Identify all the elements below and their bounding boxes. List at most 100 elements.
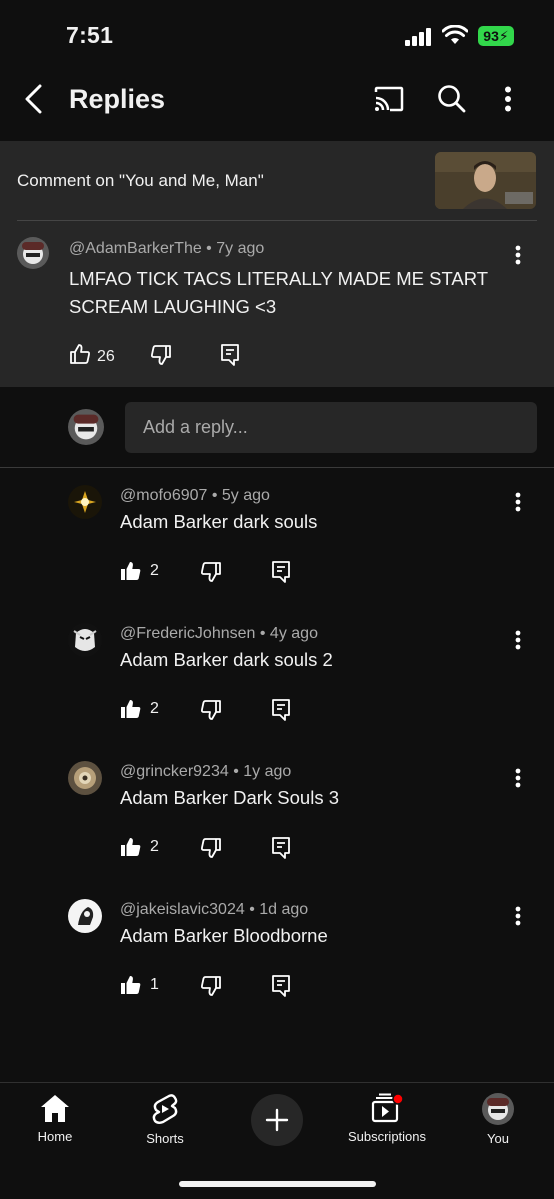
reply-author[interactable]: @grincker9234 • 1y ago	[120, 763, 291, 781]
back-arrow-icon[interactable]	[22, 84, 46, 114]
reply-age: 1d ago	[259, 901, 309, 918]
reply-age: 1y ago	[243, 763, 292, 780]
reply-text: Adam Barker dark souls 2	[120, 649, 333, 670]
nav-shorts[interactable]: Shorts	[110, 1093, 220, 1146]
dislike-button[interactable]	[200, 837, 222, 864]
wifi-icon	[441, 24, 469, 50]
author-handle[interactable]: @jakeislavic3024	[120, 901, 245, 918]
home-icon	[41, 1095, 69, 1122]
comment-text: LMFAO TICK TACS LITERALLY MADE ME START …	[69, 268, 488, 317]
list-item: @mofo6907 • 5y ago Adam Barker dark soul…	[0, 468, 554, 606]
more-vert-icon[interactable]	[514, 492, 522, 517]
comment-reply-icon	[272, 975, 290, 997]
reply-author[interactable]: @mofo6907 • 5y ago	[120, 487, 270, 505]
cast-icon[interactable]	[374, 86, 404, 117]
reply-button[interactable]	[271, 698, 291, 727]
nav-label: You	[487, 1131, 509, 1146]
avatar[interactable]	[17, 237, 49, 269]
comment-reply-icon	[272, 837, 290, 859]
video-thumbnail[interactable]	[435, 152, 536, 209]
nav-home[interactable]: Home	[0, 1093, 110, 1144]
reply-button[interactable]	[220, 343, 240, 372]
create-button[interactable]	[251, 1094, 303, 1146]
like-count: 2	[150, 700, 159, 717]
reply-button[interactable]	[271, 974, 291, 1003]
avatar[interactable]	[68, 899, 102, 933]
nav-subscriptions[interactable]: Subscriptions	[332, 1093, 442, 1144]
status-time: 7:51	[66, 22, 114, 48]
avatar[interactable]	[68, 623, 102, 657]
home-indicator	[179, 1181, 376, 1187]
thumbs-up-icon	[121, 562, 141, 580]
video-context-label: Comment on "You and Me, Man"	[17, 171, 264, 190]
reply-text: Adam Barker Dark Souls 3	[120, 787, 340, 808]
nav-label: Shorts	[146, 1131, 184, 1146]
like-count: 1	[150, 976, 159, 993]
more-vert-icon[interactable]	[514, 245, 522, 270]
list-item: @grincker9234 • 1y ago Adam Barker Dark …	[0, 744, 554, 882]
reply-author[interactable]: @FredericJohnsen • 4y ago	[120, 625, 318, 643]
like-button[interactable]: 2	[120, 836, 159, 858]
comment-reply-icon	[272, 561, 290, 583]
reply-composer	[0, 388, 554, 468]
app-header: Replies	[0, 72, 554, 140]
shorts-icon	[152, 1094, 178, 1124]
author-handle[interactable]: @FredericJohnsen	[120, 625, 255, 642]
thumbs-down-icon	[201, 838, 221, 858]
more-vert-icon[interactable]	[504, 86, 512, 117]
like-button[interactable]: 26	[69, 343, 115, 370]
nav-label: Subscriptions	[347, 1129, 427, 1144]
subscriptions-icon	[371, 1093, 404, 1123]
list-item: @jakeislavic3024 • 1d ago Adam Barker Bl…	[0, 882, 554, 1020]
comment-author[interactable]: @AdamBarkerThe • 7y ago	[69, 240, 264, 258]
more-vert-icon[interactable]	[514, 906, 522, 931]
reply-author[interactable]: @jakeislavic3024 • 1d ago	[120, 901, 308, 919]
more-vert-icon[interactable]	[514, 768, 522, 793]
comment-reply-icon	[272, 699, 290, 721]
author-handle[interactable]: @grincker9234	[120, 763, 229, 780]
reply-button[interactable]	[271, 560, 291, 589]
reply-text: Adam Barker dark souls	[120, 511, 318, 532]
like-button[interactable]: 2	[120, 560, 159, 582]
reply-button[interactable]	[271, 836, 291, 865]
dislike-button[interactable]	[150, 344, 172, 371]
cellular-signal-icon	[405, 28, 433, 51]
create-plus-icon	[265, 1108, 289, 1132]
avatar[interactable]	[68, 485, 102, 519]
comment-reply-icon	[221, 344, 239, 366]
author-handle[interactable]: @mofo6907	[120, 487, 207, 504]
thumbs-down-icon	[151, 345, 171, 365]
like-count: 2	[150, 838, 159, 855]
thumbs-up-icon	[69, 343, 91, 370]
like-count: 2	[150, 562, 159, 579]
thumbs-down-icon	[201, 976, 221, 996]
divider	[17, 220, 537, 221]
thumbs-down-icon	[201, 700, 221, 720]
like-button[interactable]: 1	[120, 974, 159, 996]
nav-you[interactable]: You	[443, 1093, 553, 1146]
reply-text: Adam Barker Bloodborne	[120, 925, 328, 946]
bottom-nav: Home Shorts Subscriptions You	[0, 1082, 554, 1199]
author-handle[interactable]: @AdamBarkerThe	[69, 240, 202, 257]
dislike-button[interactable]	[200, 699, 222, 726]
comment-age: 7y ago	[216, 240, 265, 257]
reply-input[interactable]	[125, 402, 537, 453]
avatar[interactable]	[68, 761, 102, 795]
like-button[interactable]: 2	[120, 698, 159, 720]
dislike-button[interactable]	[200, 975, 222, 1002]
page-title: Replies	[69, 84, 166, 114]
thumbs-up-icon	[121, 838, 141, 856]
battery-icon: 93 ⚡	[478, 26, 514, 46]
reply-age: 4y ago	[269, 625, 318, 642]
thumbs-up-icon	[121, 700, 141, 718]
nav-label: Home	[37, 1129, 73, 1144]
avatar	[68, 409, 104, 445]
parent-comment-panel: Comment on "You and Me, Man" @AdamBarker…	[0, 141, 554, 387]
thumbs-up-icon	[121, 976, 141, 994]
battery-level: 93	[483, 28, 499, 44]
search-icon[interactable]	[437, 84, 467, 119]
like-count: 26	[97, 347, 115, 365]
more-vert-icon[interactable]	[514, 630, 522, 655]
reply-age: 5y ago	[221, 487, 270, 504]
dislike-button[interactable]	[200, 561, 222, 588]
